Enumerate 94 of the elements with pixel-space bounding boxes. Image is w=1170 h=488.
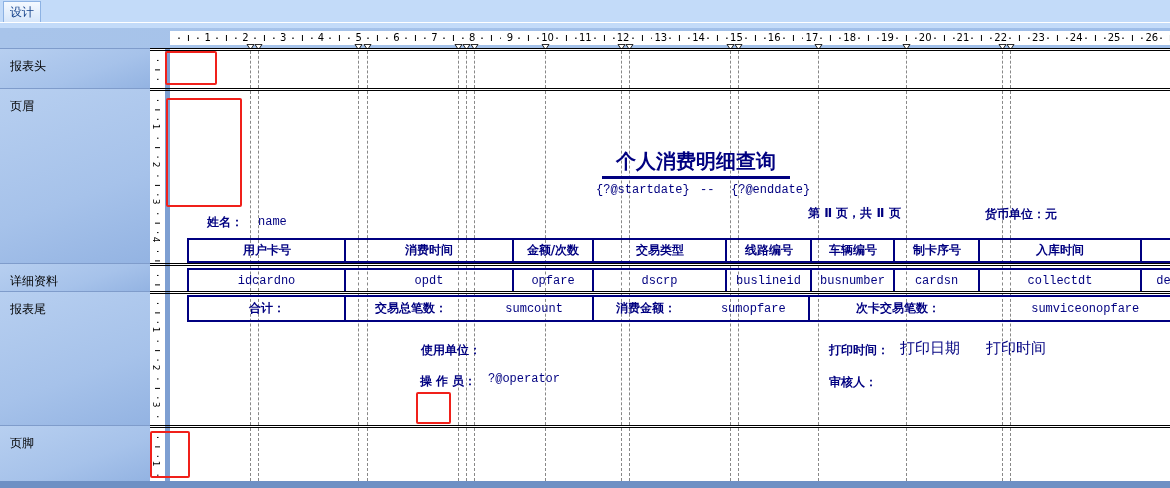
annotation-box: [150, 431, 190, 478]
section-label-panel[interactable]: 报表头: [0, 48, 150, 88]
tick-marks-drawing: [442, 35, 464, 41]
ruler-number: 25: [1107, 32, 1121, 43]
text-label: 姓名：: [207, 214, 243, 231]
tick-marks-drawing: [1122, 35, 1144, 41]
data-field: name: [258, 215, 287, 229]
tick-marks-drawing: [895, 35, 917, 41]
ruler-number: 5: [355, 32, 362, 43]
tick-marks-drawing: [253, 35, 275, 41]
tick-marks-drawing: [291, 35, 313, 41]
tick-marks-drawing: [933, 35, 955, 41]
ruler-number: 9: [506, 32, 513, 43]
data-field: ?@operator: [488, 372, 560, 386]
ruler-number: 1: [204, 32, 211, 43]
section-label-panel[interactable]: 报表尾: [0, 291, 150, 425]
tick-marks-drawing: [971, 35, 993, 41]
ruler-number: 1: [151, 460, 161, 467]
tick-marks-drawing: [556, 35, 577, 41]
section-name: 报表尾: [10, 302, 46, 316]
ruler-number: 2: [151, 364, 161, 370]
ruler-number: 3: [151, 401, 161, 408]
tick-marks-drawing: [518, 35, 540, 41]
tick-marks-drawing: [669, 35, 691, 41]
annotation-box: [165, 51, 217, 85]
text-label: 消费金额：: [616, 300, 677, 317]
data-field: --: [700, 183, 715, 197]
data-field: {?@startdate}: [596, 183, 690, 197]
text-label: 次卡交易笔数：: [855, 300, 940, 317]
design-tab[interactable]: 设计: [3, 1, 41, 22]
tick-marks-drawing: [405, 35, 426, 41]
ruler-number: 23: [1032, 32, 1045, 43]
ruler-number: 26: [1145, 32, 1159, 43]
section-label-panel[interactable]: 页眉: [0, 88, 150, 263]
table-cell: 合计：: [187, 295, 346, 322]
text-label: 第 Ⅱ 页，共 Ⅱ 页: [808, 205, 901, 222]
text-label: 审核人：: [829, 374, 877, 391]
ruler-number: 18: [843, 32, 857, 43]
tick-marks-drawing: [178, 35, 200, 41]
ruler-number: 17: [805, 32, 819, 43]
tick-marks-drawing: [858, 35, 879, 41]
section-label-panel[interactable]: 详细资料: [0, 263, 150, 291]
data-field: sumviceonopfare: [1031, 301, 1140, 316]
tick-marks-drawing: [1084, 35, 1106, 41]
tick-marks-drawing: [480, 35, 502, 41]
column-header: 入库时间: [978, 238, 1142, 263]
section-name: 详细资料: [10, 274, 58, 288]
ruler-number: 4: [151, 236, 161, 243]
ruler-number: 21: [956, 32, 970, 43]
ruler-number: 24: [1069, 32, 1083, 43]
ruler-number: 6: [393, 32, 400, 43]
text-label: 交易总笔数：: [375, 300, 448, 317]
tick-marks-drawing: [707, 35, 728, 41]
ruler-number: 20: [918, 32, 932, 43]
tick-marks-drawing: [1046, 35, 1068, 41]
tick-marks-drawing: [631, 35, 653, 41]
ruler-number: 8: [468, 32, 476, 43]
annotation-box: [416, 392, 451, 424]
ruler-number: 13: [654, 32, 668, 43]
tick-marks-drawing: [820, 35, 842, 41]
section-name: 报表头: [10, 59, 46, 73]
text-label: 打印时间：: [829, 342, 889, 359]
ruler-number: 2: [242, 32, 249, 43]
ruler-number: 2: [151, 161, 161, 167]
tick-marks-drawing: [782, 35, 804, 41]
text-label: 操 作 员：: [420, 373, 477, 390]
column-header: 用户卡号: [187, 238, 346, 263]
tick-marks-drawing: [744, 35, 766, 41]
section-label-panel[interactable]: 页脚: [0, 425, 150, 481]
section-name: 页脚: [10, 436, 34, 450]
ruler-number: 1: [151, 123, 161, 130]
ruler-number: 1: [151, 326, 161, 333]
ruler-number: 11: [579, 32, 592, 43]
ruler-number: 3: [151, 198, 161, 205]
ruler-number: 16: [767, 32, 781, 43]
ruler-number: 19: [881, 32, 894, 43]
text-label: 使用单位：: [421, 342, 481, 359]
text-label: 货币单位：元: [985, 206, 1057, 223]
report-title: 个人消费明细查询: [602, 148, 790, 179]
tick-marks-drawing: [593, 35, 615, 41]
column-header: 消费时间: [344, 238, 514, 263]
column-header: 交易类型: [592, 238, 727, 263]
ruler-number: 3: [280, 32, 287, 43]
section-name: 页眉: [10, 99, 34, 113]
data-field: sumcount: [505, 301, 563, 316]
ruler-number: 14: [692, 32, 705, 43]
tick-marks-drawing: [1009, 35, 1031, 41]
data-field: {?@enddate}: [731, 183, 811, 197]
ruler-number: 4: [317, 32, 325, 43]
tick-marks-drawing: [329, 35, 351, 41]
tick-marks-drawing: [216, 35, 238, 41]
data-field: sumopfare: [720, 301, 786, 316]
ruler-number: 7: [431, 32, 438, 43]
tick-marks-drawing: [367, 35, 389, 41]
